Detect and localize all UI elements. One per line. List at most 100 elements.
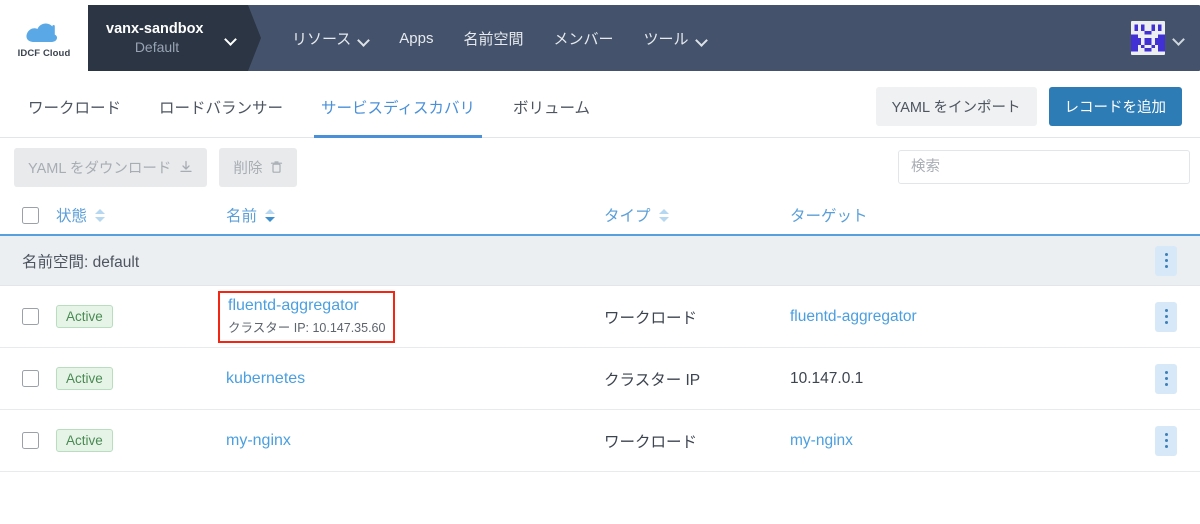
namespace-group-menu [1146,245,1186,276]
row-name-cell: kubernetes [226,370,604,388]
download-icon [179,160,193,174]
row-target-cell: 10.147.0.1 [790,370,1146,388]
tab-label: ロードバランサー [159,99,284,117]
row-target-link[interactable]: fluentd-aggregator [790,308,917,326]
kebab-menu-icon[interactable] [1155,363,1177,394]
nav-link-label: 名前空間 [463,30,524,48]
tab-volumes[interactable]: ボリューム [494,76,609,137]
nav-link-tools[interactable]: ツール [629,28,722,49]
nav-link-members[interactable]: メンバー [538,28,628,49]
header-type-label: タイプ [604,208,651,225]
row-target-link[interactable]: my-nginx [790,432,853,450]
table-row: Active kubernetes クラスター IP 10.147.0.1 [0,348,1200,410]
delete-button[interactable]: 削除 [219,147,298,187]
tab-load-balancers[interactable]: ロードバランサー [140,76,302,137]
nav-link-label: ツール [643,30,689,48]
table-row: Active my-nginx ワークロード my-nginx [0,410,1200,472]
kebab-menu-icon[interactable] [1155,425,1177,456]
row-name-subtext: クラスター IP: 10.147.35.60 [228,320,386,335]
table-header-row: 状態 名前 タイプ ターゲット [0,196,1200,236]
row-name-cell: fluentd-aggregator クラスター IP: 10.147.35.6… [218,290,604,343]
tab-label: ボリューム [512,99,590,117]
header-name-label: 名前 [226,208,258,225]
nav-links: リソース Apps 名前空間 メンバー ツール [277,28,722,49]
row-select-cell [22,432,56,449]
row-name-link[interactable]: fluentd-aggregator [228,297,385,315]
nav-link-label: メンバー [553,30,614,48]
context-name: vanx-sandbox [106,20,204,37]
namespace-group-row: 名前空間: default [0,236,1200,286]
checkbox-unchecked-icon[interactable] [22,370,39,387]
checkbox-unchecked-icon[interactable] [22,206,39,224]
page-actions: YAML をインポート レコードを追加 [875,87,1182,126]
kebab-menu-icon[interactable] [1155,301,1177,332]
page-tabs: ワークロード ロードバランサー サービスディスカバリ ボリューム [22,76,609,138]
nav-link-namespaces[interactable]: 名前空間 [448,28,538,49]
row-status-cell: Active [56,429,226,452]
nav-bar-body: vanx-sandbox Default リソース Apps 名前空間 メンバー… [88,5,1200,71]
nav-link-resources[interactable]: リソース [277,28,384,49]
row-status-cell: Active [56,367,226,390]
context-arrow-divider [248,5,261,71]
row-name-link[interactable]: my-nginx [226,432,291,450]
row-name-cell: my-nginx [226,432,604,450]
checkbox-unchecked-icon[interactable] [22,308,39,325]
delete-label: 削除 [233,160,263,177]
sort-icon[interactable] [658,208,670,223]
row-select-cell [22,308,56,325]
status-badge: Active [56,429,113,452]
chevron-down-icon [696,30,707,47]
row-type-cell: クラスター IP [604,371,701,389]
checkbox-unchecked-icon[interactable] [22,432,39,449]
page-tabs-row: ワークロード ロードバランサー サービスディスカバリ ボリューム YAML をイ… [0,76,1200,138]
select-all-cell [22,206,56,224]
download-yaml-label: YAML をダウンロード [28,160,172,177]
row-name-link[interactable]: kubernetes [226,370,305,388]
row-target-text: 10.147.0.1 [790,369,864,387]
header-name[interactable]: 名前 [226,204,604,226]
service-discovery-table: 状態 名前 タイプ ターゲット 名前空間: default Active flu… [0,196,1200,472]
trash-icon [270,160,283,174]
row-type-cell: ワークロード [604,433,698,451]
row-select-cell [22,370,56,387]
table-toolbar: YAML をダウンロード 削除 [0,138,1200,196]
row-menu-cell [1146,301,1186,332]
import-yaml-button[interactable]: YAML をインポート [875,87,1037,126]
header-target: ターゲット [790,204,1146,226]
add-record-button[interactable]: レコードを追加 [1048,87,1182,126]
status-badge: Active [56,367,113,390]
header-state-label: 状態 [56,208,88,225]
nav-link-label: Apps [399,29,434,47]
tab-label: サービスディスカバリ [321,99,475,117]
search-input[interactable] [898,150,1190,184]
header-state[interactable]: 状態 [56,204,226,226]
brand-logo[interactable]: IDCF Cloud [0,0,88,76]
tab-workloads[interactable]: ワークロード [22,76,140,137]
row-status-cell: Active [56,305,226,328]
row-menu-cell [1146,425,1186,456]
header-target-label: ターゲット [790,208,868,225]
top-navigation-bar: IDCF Cloud vanx-sandbox Default リソース App… [0,0,1200,76]
row-menu-cell [1146,363,1186,394]
tab-service-discovery[interactable]: サービスディスカバリ [302,76,494,138]
kebab-menu-icon[interactable] [1155,245,1177,276]
annotation-highlight-box: fluentd-aggregator クラスター IP: 10.147.35.6… [218,290,396,343]
account-menu[interactable] [1131,21,1200,55]
nav-link-apps[interactable]: Apps [384,30,448,47]
identicon-avatar [1131,21,1165,55]
sort-icon[interactable] [95,208,106,223]
context-switcher[interactable]: vanx-sandbox Default [88,5,248,71]
table-row: Active fluentd-aggregator クラスター IP: 10.1… [0,286,1200,348]
sort-icon[interactable] [265,208,276,223]
row-target-cell: fluentd-aggregator [790,308,1146,326]
row-type-cell: ワークロード [604,309,698,327]
chevron-down-icon [358,30,369,47]
header-type[interactable]: タイプ [604,204,790,226]
nav-link-label: リソース [292,30,352,48]
chevron-down-icon [1173,29,1184,47]
row-target-cell: my-nginx [790,432,1146,450]
download-yaml-button[interactable]: YAML をダウンロード [14,147,208,187]
context-subtitle: Default [134,38,180,55]
namespace-group-label: 名前空間: default [22,253,140,271]
cloud-icon [24,21,64,45]
